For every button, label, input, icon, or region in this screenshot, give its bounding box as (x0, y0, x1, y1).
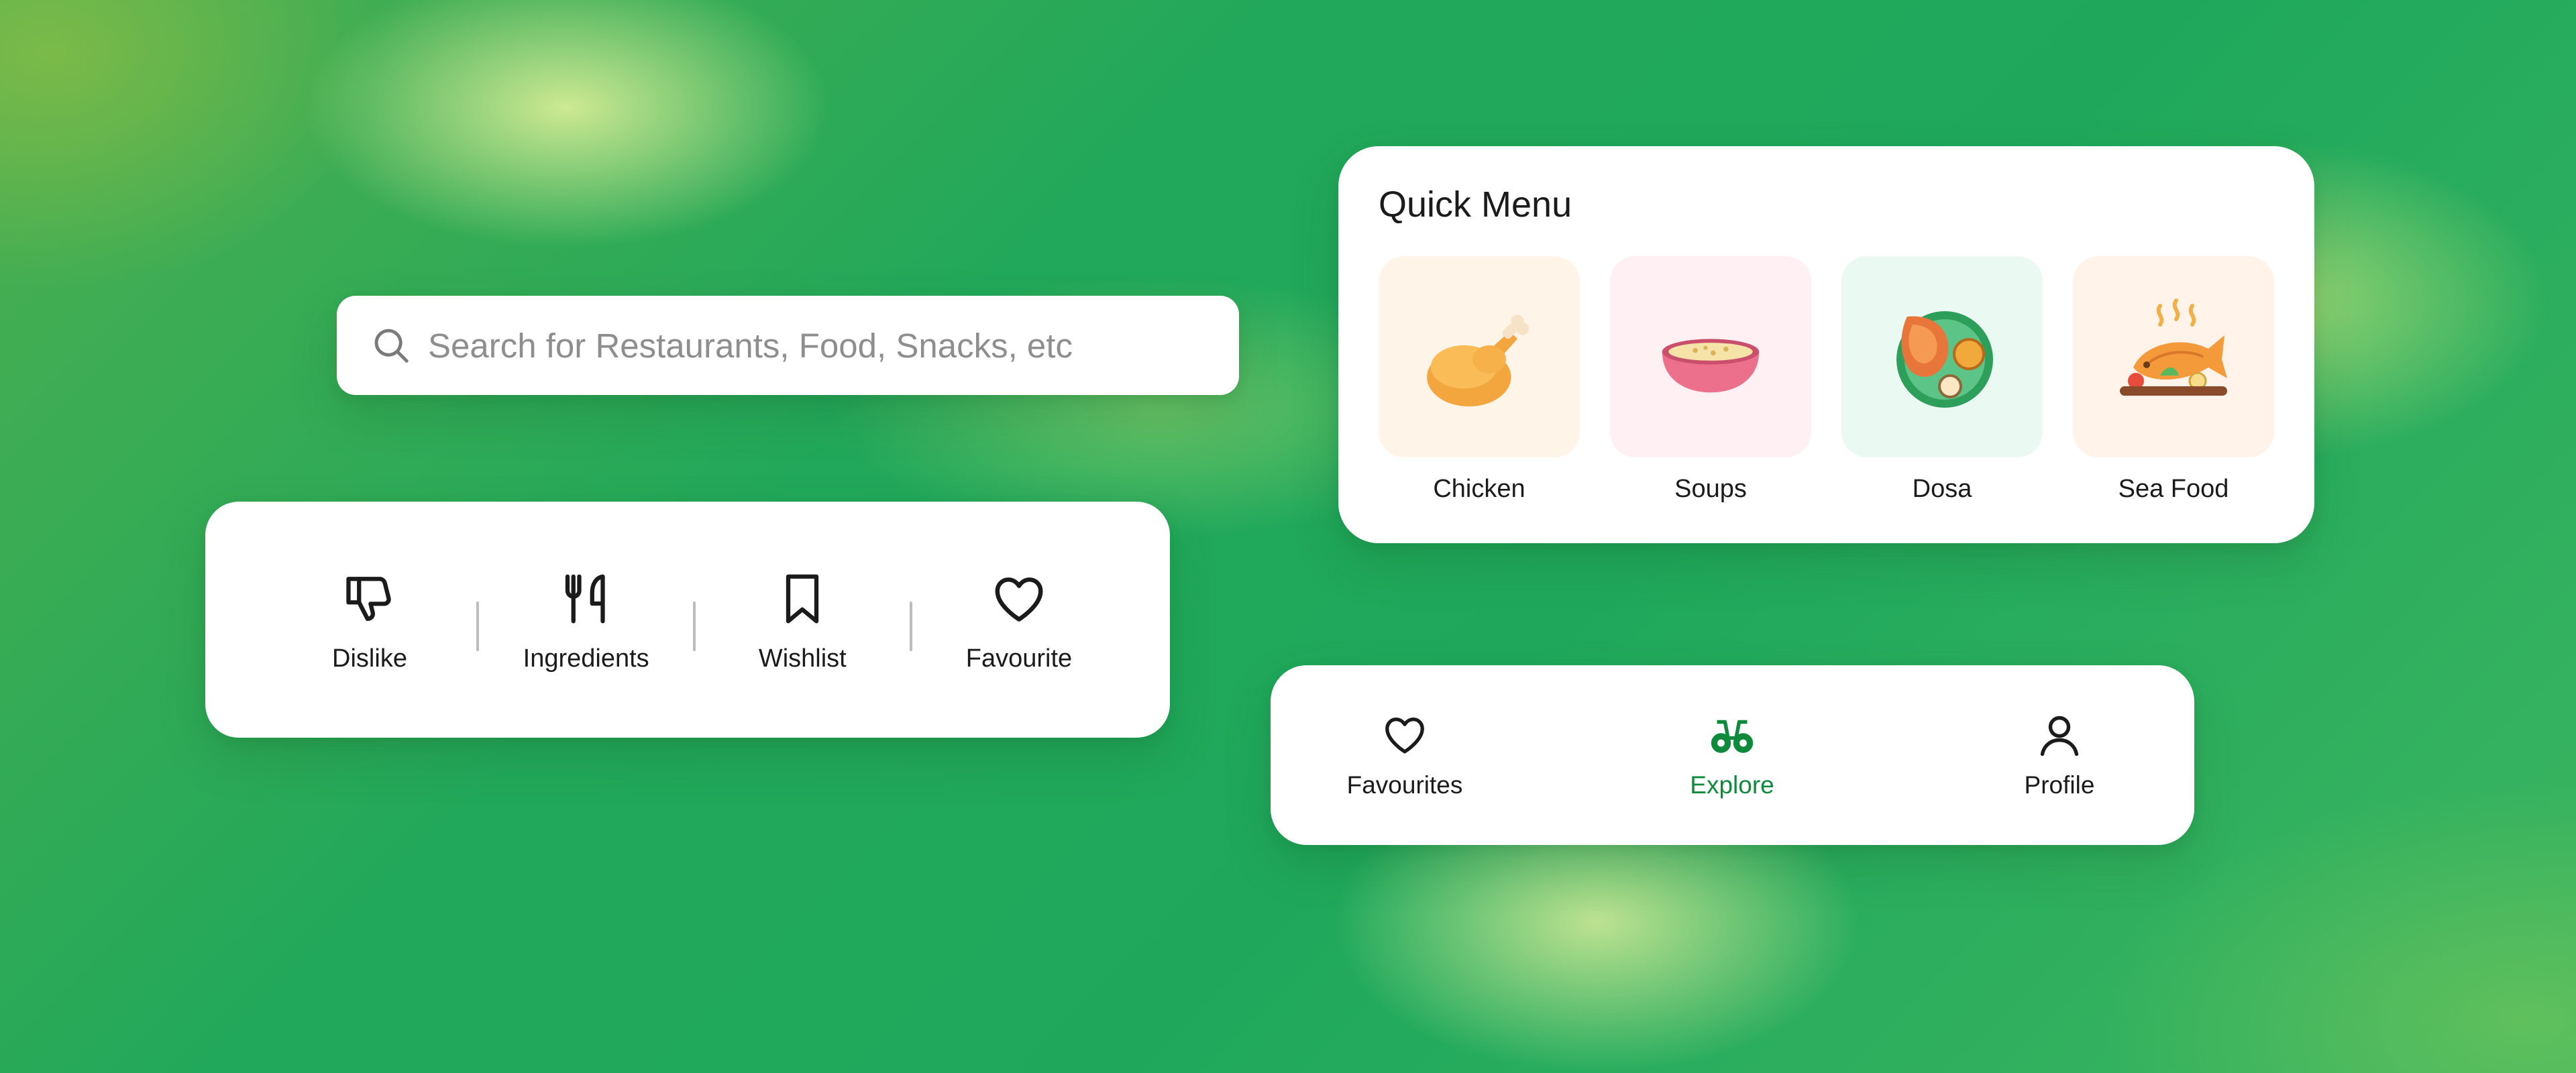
nav-item-profile[interactable]: Profile (1959, 711, 2160, 799)
nav-item-explore[interactable]: Explore (1631, 711, 1833, 799)
nav-item-favourites[interactable]: Favourites (1304, 711, 1505, 799)
divider (909, 602, 912, 651)
dislike-label: Dislike (332, 644, 407, 673)
favourite-label: Favourite (965, 644, 1073, 673)
fish-platter-icon (2073, 256, 2274, 457)
quick-menu-title: Quick Menu (1379, 184, 1572, 225)
search-icon (370, 325, 412, 366)
quick-menu-item-soups[interactable]: Soups (1610, 256, 1811, 504)
divider (476, 602, 480, 651)
food-actions-card: Dislike Ingredients Wishlist Favourite (205, 502, 1170, 738)
bookmark-icon (774, 567, 830, 631)
ingredients-button[interactable]: Ingredients (509, 567, 663, 673)
quick-menu-label: Soups (1674, 475, 1747, 503)
heart-icon (990, 567, 1048, 631)
search-bar[interactable] (337, 296, 1239, 395)
favourite-button[interactable]: Favourite (942, 567, 1096, 673)
quick-menu-item-dosa[interactable]: Dosa (1841, 256, 2043, 504)
nav-label: Explore (1690, 771, 1774, 799)
wishlist-button[interactable]: Wishlist (725, 567, 879, 673)
quick-menu-item-chicken[interactable]: Chicken (1379, 256, 1580, 504)
quick-menu-item-sea-food[interactable]: Sea Food (2073, 256, 2274, 504)
nav-label: Favourites (1346, 771, 1463, 799)
dislike-button[interactable]: Dislike (292, 567, 447, 673)
quick-menu-label: Chicken (1433, 475, 1525, 503)
heart-icon (1304, 711, 1505, 759)
wishlist-label: Wishlist (758, 644, 847, 673)
fork-knife-icon (558, 567, 614, 631)
quick-menu-label: Dosa (1912, 475, 1972, 503)
binoculars-icon (1631, 711, 1833, 759)
thumbs-down-icon (341, 567, 398, 631)
quick-menu-label: Sea Food (2118, 475, 2229, 503)
user-icon (1959, 711, 2160, 759)
bottom-navigation: Favourites Explore Profile (1271, 665, 2194, 845)
chicken-icon (1379, 256, 1580, 457)
nav-label: Profile (2024, 771, 2095, 799)
dosa-plate-icon (1841, 256, 2043, 457)
quick-menu-card: Quick Menu Chicken Soups Dosa Sea Food (1338, 146, 2314, 543)
search-input[interactable] (427, 325, 1167, 366)
divider (692, 602, 696, 651)
ingredients-label: Ingredients (523, 644, 649, 673)
soup-bowl-icon (1610, 256, 1811, 457)
